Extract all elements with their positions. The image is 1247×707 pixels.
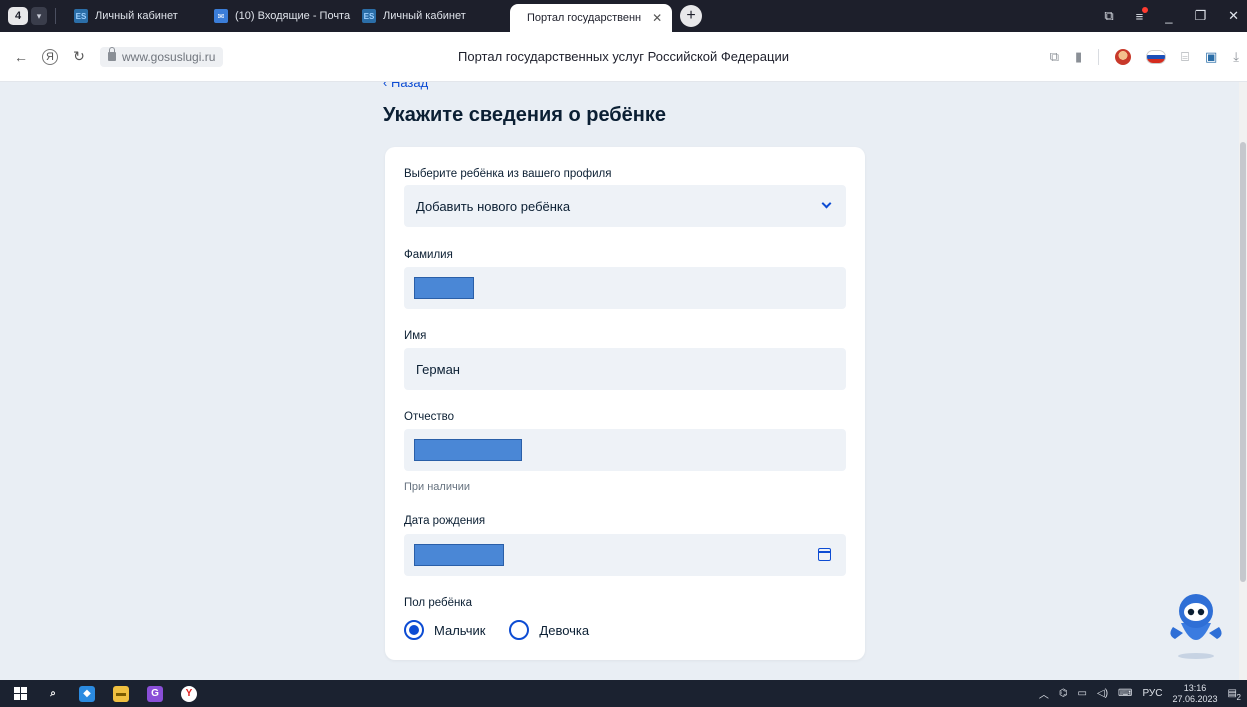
gender-label: Пол ребёнка bbox=[404, 597, 472, 609]
gender-radio-group: Мальчик Девочка bbox=[404, 620, 603, 640]
windows-start-icon[interactable] bbox=[14, 687, 27, 700]
bookmark-icon[interactable]: ▮ bbox=[1075, 49, 1082, 65]
translate-icon[interactable]: ⧉ bbox=[1050, 49, 1059, 65]
assistant-robot-icon[interactable] bbox=[1165, 587, 1227, 662]
search-icon[interactable]: ⌕ bbox=[45, 686, 61, 702]
reload-icon[interactable]: ↻ bbox=[68, 46, 90, 68]
tab-personal-cabinet-1[interactable]: ES Личный кабинет bbox=[64, 4, 204, 28]
tab-label: Личный кабинет bbox=[383, 10, 466, 22]
new-tab-button[interactable]: + bbox=[680, 5, 702, 27]
address-bar: ← Я ↻ www.gosuslugi.ru Портал государств… bbox=[0, 32, 1247, 82]
yandex-browser-icon[interactable]: Y bbox=[181, 685, 197, 702]
child-select-value: Добавить нового ребёнка bbox=[416, 198, 571, 214]
back-link[interactable]: ‹ Назад bbox=[383, 82, 428, 90]
gender-radio-girl[interactable] bbox=[509, 620, 530, 640]
patronymic-label: Отчество bbox=[404, 411, 454, 423]
page-viewport: ‹ Назад Укажите сведения о ребёнке Выбер… bbox=[0, 82, 1247, 680]
download-icon[interactable]: ⤓ bbox=[1233, 49, 1239, 65]
birth-date-input[interactable] bbox=[404, 534, 846, 576]
clock-date: 27.06.2023 bbox=[1172, 693, 1218, 704]
tab-label: (10) Входящие - Почта Ма bbox=[235, 10, 352, 22]
lock-icon bbox=[108, 47, 116, 61]
name-value: Герман bbox=[416, 361, 460, 377]
tab-counter[interactable]: 4 bbox=[8, 7, 28, 25]
store-icon[interactable]: ◆ bbox=[79, 685, 95, 702]
gosuslugi-app-icon[interactable]: G bbox=[147, 685, 163, 702]
os-taskbar: ⌕ ◆ ▬ G Y ︿ ⌬ ▭ ◁) ⌨ РУС 13:16 27.06.202… bbox=[0, 680, 1247, 707]
tab-personal-cabinet-2[interactable]: ES Личный кабинет bbox=[352, 4, 510, 28]
tray-expand-icon[interactable]: ︿ bbox=[1039, 686, 1049, 701]
back-arrow-icon[interactable]: ← bbox=[10, 46, 32, 68]
patronymic-hint: При наличии bbox=[404, 481, 470, 493]
clock[interactable]: 13:16 27.06.2023 bbox=[1173, 683, 1218, 705]
close-tab-icon[interactable]: ✕ bbox=[652, 11, 662, 25]
battery-icon[interactable]: ▭ bbox=[1078, 688, 1087, 699]
gender-option-label[interactable]: Мальчик bbox=[434, 623, 485, 638]
clock-time: 13:16 bbox=[1183, 682, 1207, 693]
notifications-icon[interactable]: ▤ 2 bbox=[1228, 688, 1241, 702]
es-icon: ES bbox=[74, 9, 88, 23]
es-icon: ES bbox=[362, 9, 376, 23]
divider bbox=[55, 8, 56, 24]
child-select-label: Выберите ребёнка из вашего профиля bbox=[404, 168, 612, 180]
system-tray: ︿ ⌬ ▭ ◁) ⌨ РУС 13:16 27.06.2023 ▤ 2 bbox=[1039, 680, 1241, 707]
tab-gosuslugi[interactable]: Портал государственн ✕ bbox=[510, 4, 672, 32]
notifications-count: 2 bbox=[1236, 693, 1241, 702]
chevron-down-icon bbox=[821, 198, 832, 209]
extension-avatar-icon[interactable] bbox=[1115, 49, 1132, 65]
office-extension-icon[interactable]: ▣ bbox=[1205, 49, 1217, 65]
reader-icon[interactable]: ⌸ bbox=[1181, 49, 1189, 65]
redaction-mask bbox=[414, 277, 474, 299]
network-icon[interactable]: ⌬ bbox=[1059, 688, 1068, 699]
mail-icon: ✉ bbox=[214, 9, 228, 23]
surname-input[interactable] bbox=[404, 267, 846, 309]
browser-tab-bar: 4 ▾ ES Личный кабинет ✉ (10) Входящие - … bbox=[0, 0, 1247, 32]
restore-icon[interactable]: ❐ bbox=[1194, 8, 1206, 24]
patronymic-input[interactable] bbox=[404, 429, 846, 471]
scrollbar-thumb[interactable] bbox=[1240, 142, 1246, 582]
divider bbox=[1098, 49, 1100, 65]
tab-label: Личный кабинет bbox=[95, 10, 178, 22]
surname-label: Фамилия bbox=[404, 249, 453, 261]
gender-radio-boy[interactable] bbox=[404, 620, 424, 640]
child-form-card: Выберите ребёнка из вашего профиля Добав… bbox=[385, 147, 865, 660]
page-scrollbar[interactable] bbox=[1239, 82, 1247, 680]
name-label: Имя bbox=[404, 330, 427, 342]
tab-list-dropdown-icon[interactable]: ▾ bbox=[31, 7, 47, 25]
window-controls: ⧉ ≡ _ ❐ ✕ bbox=[1104, 0, 1239, 32]
calendar-icon[interactable] bbox=[818, 548, 831, 561]
menu-icon[interactable]: ≡ bbox=[1136, 6, 1148, 24]
volume-icon[interactable]: ◁) bbox=[1097, 688, 1108, 699]
tab-label: Портал государственн bbox=[527, 12, 642, 24]
redaction-mask bbox=[414, 439, 522, 461]
flag-ru-extension-icon[interactable] bbox=[1147, 51, 1166, 63]
close-window-icon[interactable]: ✕ bbox=[1228, 8, 1239, 24]
tab-mail-inbox[interactable]: ✉ (10) Входящие - Почта Ма bbox=[204, 4, 352, 28]
page-heading: Укажите сведения о ребёнке bbox=[383, 104, 666, 126]
language-indicator[interactable]: РУС bbox=[1142, 688, 1162, 699]
url-field[interactable]: www.gosuslugi.ru bbox=[100, 46, 224, 67]
birth-date-label: Дата рождения bbox=[404, 515, 486, 527]
name-input[interactable]: Герман bbox=[404, 348, 846, 390]
keyboard-icon[interactable]: ⌨ bbox=[1118, 688, 1132, 699]
collections-icon[interactable]: ⧉ bbox=[1104, 8, 1113, 24]
redaction-mask bbox=[414, 544, 504, 566]
child-select-dropdown[interactable]: Добавить нового ребёнка bbox=[404, 185, 846, 227]
yandex-icon[interactable]: Я bbox=[42, 48, 58, 65]
url-text: www.gosuslugi.ru bbox=[122, 49, 216, 64]
extensions-bar: ⧉ ▮ ⌸ ▣ ⤓ bbox=[1050, 32, 1239, 82]
gender-option-label[interactable]: Девочка bbox=[539, 623, 589, 638]
minimize-icon[interactable]: _ bbox=[1165, 9, 1172, 24]
file-explorer-icon[interactable]: ▬ bbox=[113, 685, 129, 702]
